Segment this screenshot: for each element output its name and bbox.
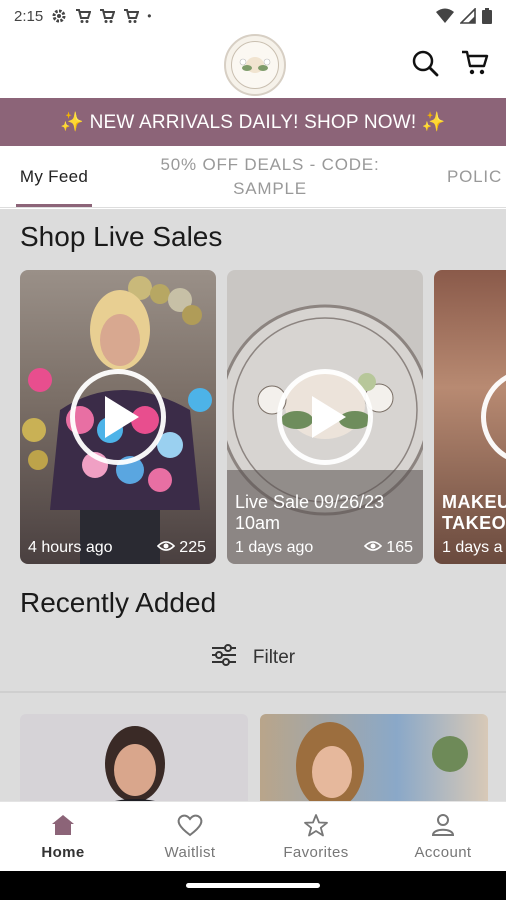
boutique-logo[interactable]	[224, 34, 286, 96]
nav-label: Home	[41, 844, 85, 861]
tab-label: POLIC	[447, 167, 503, 186]
view-count: 225	[179, 539, 206, 556]
card-views: 165	[364, 539, 413, 557]
settings-gear-icon	[51, 8, 67, 24]
section-divider	[0, 691, 506, 693]
cellular-signal-icon	[460, 8, 476, 24]
section-title-live-sales: Shop Live Sales	[20, 221, 223, 252]
card-title: Live Sale 09/26/23 10am	[235, 492, 385, 533]
person-icon	[430, 813, 456, 841]
play-button[interactable]	[481, 369, 506, 465]
filter-label: Filter	[252, 647, 296, 668]
nav-label: Favorites	[283, 844, 349, 861]
promo-banner-text: ✨ NEW ARRIVALS DAILY! SHOP NOW! ✨	[60, 112, 446, 133]
tab-policies[interactable]: POLIC	[436, 146, 506, 208]
status-time: 2:15	[14, 7, 44, 25]
home-icon	[50, 813, 76, 841]
play-icon	[105, 396, 139, 438]
card-time: 4 hours ago	[28, 539, 113, 556]
nav-account[interactable]: Account	[380, 802, 506, 872]
live-sale-card[interactable]: MAKEUP TAKEO 1 days a	[434, 270, 506, 564]
tab-deals[interactable]: 50% OFF DEALS - CODE: SAMPLE	[150, 146, 390, 208]
promo-banner[interactable]: ✨ NEW ARRIVALS DAILY! SHOP NOW! ✨	[0, 98, 506, 146]
shopping-cart-notification-icon	[75, 8, 92, 24]
nav-label: Waitlist	[164, 844, 216, 861]
search-icon	[411, 49, 439, 82]
product-image	[105, 726, 165, 801]
view-count: 165	[386, 539, 413, 556]
live-sale-card[interactable]: Live Sale 09/26/23 10am 1 days ago 165	[227, 270, 423, 564]
play-button[interactable]	[277, 369, 373, 465]
cart-button[interactable]	[460, 50, 490, 80]
card-title: MAKEUP TAKEO	[442, 492, 506, 533]
star-icon	[303, 813, 329, 841]
live-sale-card[interactable]: 4 hours ago 225	[20, 270, 216, 564]
cart-icon	[460, 49, 490, 82]
card-views: 225	[157, 539, 206, 557]
status-bar: 2:15 •	[0, 0, 506, 32]
nav-label: Account	[414, 844, 472, 861]
bottom-navigation: Home Waitlist Favorites Account	[0, 801, 506, 871]
search-button[interactable]	[410, 50, 440, 80]
feed-tabs: My Feed 50% OFF DEALS - CODE: SAMPLE POL…	[0, 146, 506, 208]
battery-icon	[482, 8, 492, 24]
shopping-cart-notification-icon	[123, 8, 140, 24]
tab-label: 50% OFF DEALS - CODE: SAMPLE	[160, 155, 380, 198]
feed-content: Shop Live Sales 4 hours ago 225 Live Sal…	[0, 209, 506, 801]
home-gesture-handle[interactable]	[186, 883, 320, 888]
eye-icon	[157, 539, 176, 557]
status-dot: •	[147, 9, 152, 23]
tab-label: My Feed	[19, 167, 89, 186]
tab-my-feed[interactable]: My Feed	[0, 146, 108, 208]
eye-icon	[364, 539, 383, 557]
shopping-cart-notification-icon	[99, 8, 116, 24]
nav-favorites[interactable]: Favorites	[253, 802, 379, 872]
card-time: 1 days a	[442, 539, 503, 556]
nav-home[interactable]: Home	[0, 802, 126, 872]
product-card[interactable]	[260, 714, 488, 801]
nav-waitlist[interactable]: Waitlist	[127, 802, 253, 872]
active-tab-indicator	[16, 204, 92, 207]
filter-button[interactable]: Filter	[0, 641, 506, 675]
app-header	[0, 32, 506, 98]
heart-icon	[176, 813, 204, 841]
product-card[interactable]	[20, 714, 248, 801]
play-button[interactable]	[70, 369, 166, 465]
filter-sliders-icon	[211, 644, 237, 672]
system-gesture-bar	[0, 871, 506, 900]
product-image	[296, 722, 468, 801]
play-icon	[312, 396, 346, 438]
wifi-icon	[436, 8, 454, 24]
card-time: 1 days ago	[235, 539, 314, 556]
section-title-recently-added: Recently Added	[20, 587, 217, 618]
